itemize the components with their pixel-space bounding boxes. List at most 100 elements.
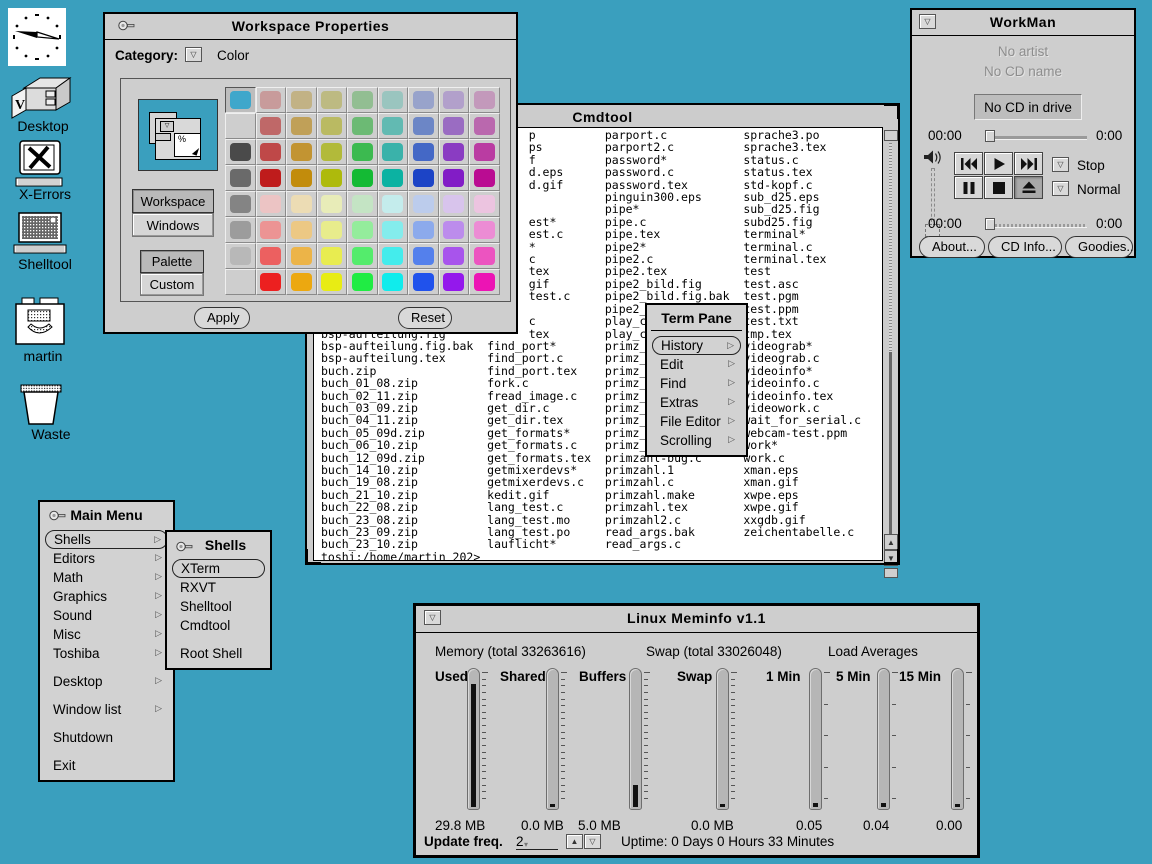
toggle-custom[interactable]: Custom — [140, 273, 204, 296]
reset-button[interactable]: Reset — [398, 307, 452, 329]
menu-item-extras[interactable]: Extras▷ — [652, 393, 741, 412]
palette-cell[interactable] — [439, 139, 470, 165]
color-swatch[interactable] — [413, 117, 434, 135]
palette-cell[interactable] — [286, 243, 317, 269]
palette-cell[interactable] — [225, 165, 256, 191]
palette-cell[interactable] — [347, 217, 378, 243]
menu-item-history[interactable]: History▷ — [652, 336, 741, 355]
palette-cell[interactable] — [317, 217, 348, 243]
palette-cell[interactable] — [256, 269, 287, 295]
color-swatch[interactable] — [352, 169, 373, 187]
palette-cell[interactable] — [347, 113, 378, 139]
category-dropdown-button[interactable]: ▽ — [185, 47, 202, 62]
palette-cell[interactable] — [469, 113, 500, 139]
color-swatch[interactable] — [443, 91, 464, 109]
palette-cell[interactable] — [408, 113, 439, 139]
previous-button[interactable] — [954, 152, 983, 175]
freq-decrement-button[interactable]: ▽ — [584, 834, 601, 849]
color-swatch[interactable] — [230, 221, 251, 239]
scrollbar-bottom-anchor[interactable] — [884, 568, 898, 578]
color-swatch[interactable] — [474, 143, 495, 161]
palette-cell[interactable] — [286, 113, 317, 139]
palette-cell[interactable] — [439, 243, 470, 269]
color-swatch[interactable] — [260, 195, 281, 213]
palette-cell[interactable] — [256, 191, 287, 217]
color-swatch[interactable] — [291, 221, 312, 239]
palette-cell[interactable] — [256, 243, 287, 269]
palette-cell[interactable] — [317, 87, 348, 113]
color-swatch[interactable] — [352, 273, 373, 291]
palette-cell[interactable] — [469, 243, 500, 269]
menu-item-graphics[interactable]: Graphics▷ — [45, 587, 168, 606]
palette-cell[interactable] — [439, 269, 470, 295]
palette-cell[interactable] — [378, 243, 409, 269]
palette-cell[interactable] — [378, 87, 409, 113]
color-swatch[interactable] — [352, 195, 373, 213]
color-swatch[interactable] — [230, 195, 251, 213]
color-swatch[interactable] — [260, 91, 281, 109]
x-errors-icon[interactable]: X-Errors — [12, 140, 68, 193]
color-swatch[interactable] — [413, 247, 434, 265]
color-swatch[interactable] — [260, 117, 281, 135]
color-swatch[interactable] — [260, 273, 281, 291]
color-swatch[interactable] — [413, 169, 434, 187]
toggle-windows[interactable]: Windows — [132, 213, 214, 237]
color-swatch[interactable] — [474, 247, 495, 265]
palette-cell[interactable] — [439, 113, 470, 139]
menu-item-shutdown[interactable]: Shutdown — [45, 728, 168, 747]
palette-cell[interactable] — [469, 139, 500, 165]
resize-corner-se[interactable] — [884, 549, 900, 565]
palette-cell[interactable] — [347, 165, 378, 191]
menu-item-rxvt[interactable]: RXVT — [172, 578, 265, 597]
color-swatch[interactable] — [260, 221, 281, 239]
menu-item-desktop[interactable]: Desktop▷ — [45, 672, 168, 691]
palette-cell[interactable] — [347, 87, 378, 113]
toggle-palette[interactable]: Palette — [140, 250, 204, 273]
scrollbar[interactable]: ▲ ▼ — [884, 127, 898, 561]
palette-cell[interactable] — [317, 243, 348, 269]
menu-item-xterm[interactable]: XTerm — [172, 559, 265, 578]
menu-item-root-shell[interactable]: Root Shell — [172, 644, 265, 663]
track-slider-thumb[interactable] — [985, 130, 995, 142]
palette-cell[interactable] — [439, 217, 470, 243]
palette-cell[interactable] — [225, 113, 256, 139]
palette-cell[interactable] — [469, 165, 500, 191]
play-mode-dropdown[interactable]: ▽ — [1052, 181, 1069, 196]
palette-cell[interactable] — [256, 87, 287, 113]
color-swatch[interactable] — [352, 91, 373, 109]
menu-item-shelltool[interactable]: Shelltool — [172, 597, 265, 616]
update-freq-value[interactable]: 2 — [516, 834, 558, 850]
color-swatch[interactable] — [230, 169, 251, 187]
palette-cell[interactable] — [439, 87, 470, 113]
palette-cell[interactable] — [469, 87, 500, 113]
palette-cell[interactable] — [225, 217, 256, 243]
eject-button[interactable] — [1014, 176, 1043, 199]
menu-item-file-editor[interactable]: File Editor▷ — [652, 412, 741, 431]
menu-item-toshiba[interactable]: Toshiba▷ — [45, 644, 168, 663]
color-swatch[interactable] — [230, 143, 251, 161]
palette-cell[interactable] — [378, 269, 409, 295]
color-swatch[interactable] — [382, 247, 403, 265]
menu-item-editors[interactable]: Editors▷ — [45, 549, 168, 568]
palette-cell[interactable] — [317, 113, 348, 139]
color-swatch[interactable] — [474, 221, 495, 239]
color-swatch[interactable] — [260, 247, 281, 265]
palette-cell[interactable] — [378, 113, 409, 139]
color-swatch[interactable] — [413, 143, 434, 161]
play-button[interactable] — [984, 152, 1013, 175]
palette-cell[interactable] — [439, 191, 470, 217]
palette-cell[interactable] — [408, 269, 439, 295]
menu-item-sound[interactable]: Sound▷ — [45, 606, 168, 625]
palette-cell[interactable] — [347, 139, 378, 165]
palette-cell[interactable] — [225, 87, 256, 113]
track-slider[interactable] — [987, 136, 1087, 139]
color-swatch[interactable] — [382, 143, 403, 161]
color-swatch[interactable] — [474, 273, 495, 291]
menu-item-math[interactable]: Math▷ — [45, 568, 168, 587]
palette-cell[interactable] — [317, 165, 348, 191]
color-swatch[interactable] — [413, 273, 434, 291]
menu-item-exit[interactable]: Exit — [45, 756, 168, 775]
color-swatch[interactable] — [230, 247, 251, 265]
palette-cell[interactable] — [286, 191, 317, 217]
color-swatch[interactable] — [474, 117, 495, 135]
